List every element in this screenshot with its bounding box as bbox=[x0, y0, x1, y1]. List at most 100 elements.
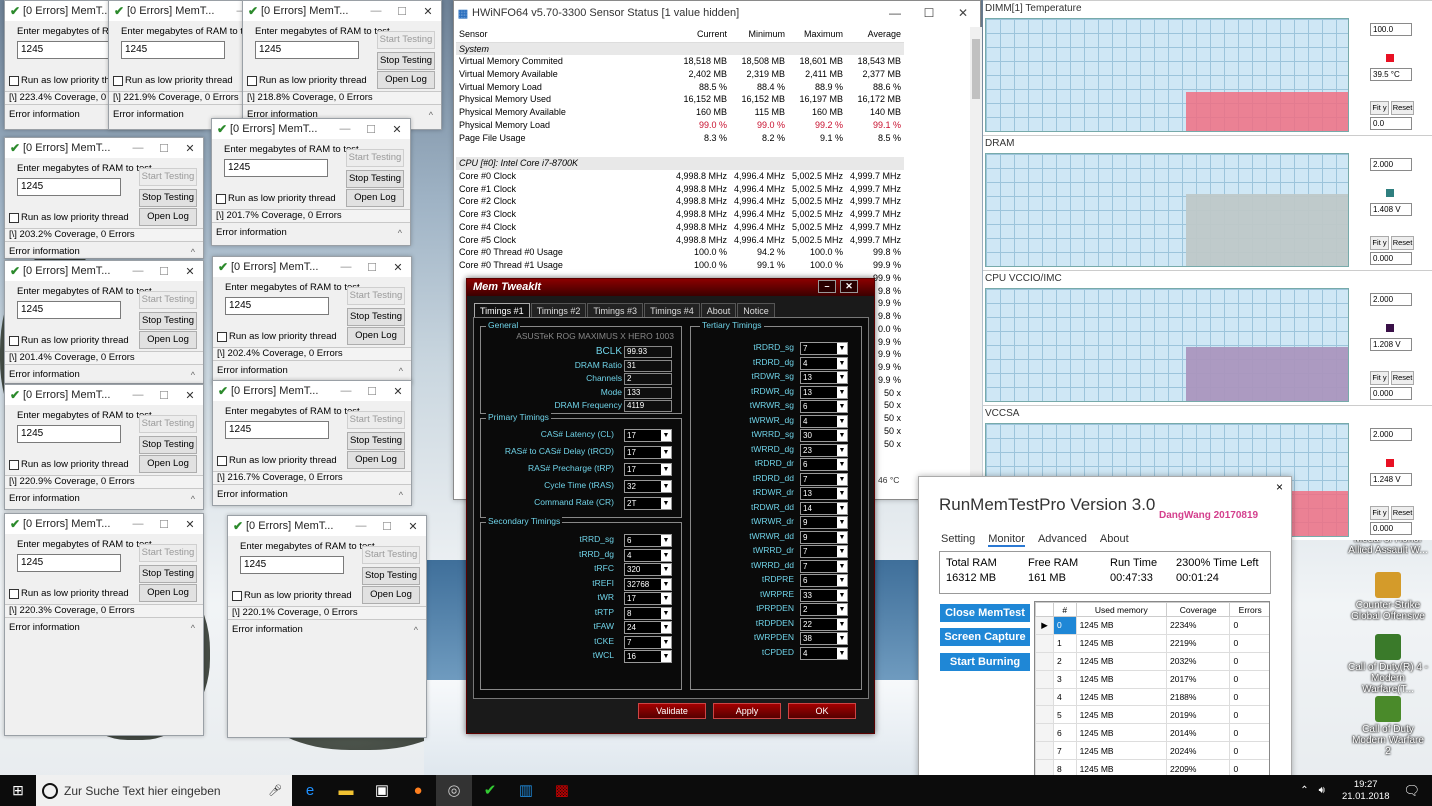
maximize-icon[interactable]: ☐ bbox=[374, 520, 400, 533]
stop-testing-button[interactable]: Stop Testing bbox=[377, 52, 435, 70]
chevron-down-icon[interactable]: ▼ bbox=[837, 372, 847, 383]
sensor-row[interactable]: Core #2 Clock 4,998.8 MHz 4,996.4 MHz 5,002… bbox=[456, 195, 904, 208]
error-information-panel[interactable]: Error information ^ bbox=[5, 490, 203, 509]
secondary-timing-select[interactable]: 8 ▼ bbox=[624, 606, 672, 620]
table-row[interactable]: 4 1245 MB 2188% 0 bbox=[1035, 687, 1269, 707]
start-testing-button[interactable]: Start Testing bbox=[139, 168, 197, 186]
collapse-icon[interactable]: ^ bbox=[398, 228, 402, 238]
notifications-icon[interactable]: 🗨︎ bbox=[1403, 783, 1420, 799]
ram-megabytes-input[interactable]: 1245 bbox=[17, 554, 121, 572]
collapse-icon[interactable]: ^ bbox=[191, 247, 195, 257]
col-used-memory[interactable]: Used memory bbox=[1075, 602, 1167, 617]
collapse-icon[interactable]: ^ bbox=[414, 625, 418, 635]
menu-about[interactable]: About bbox=[1100, 533, 1129, 547]
close-icon[interactable]: ✕ bbox=[946, 6, 980, 20]
tertiary-timing-select[interactable]: 6 ▼ bbox=[800, 400, 848, 413]
graph-max-field[interactable]: 2.000 bbox=[1370, 158, 1412, 171]
chevron-down-icon[interactable]: ▼ bbox=[837, 647, 847, 659]
primary-timing-select[interactable]: 2T ▼ bbox=[624, 497, 672, 510]
memtweakit-window[interactable]: Mem TweakIt – ✕ Timings #1 Timings #2 Timi… bbox=[466, 278, 875, 734]
start-testing-button[interactable]: Start Testing bbox=[347, 287, 405, 305]
tertiary-timing-select[interactable]: 30 ▼ bbox=[800, 429, 848, 442]
sensor-group-row[interactable]: CPU [#0]: Intel Core i7-8700K bbox=[456, 156, 904, 170]
table-row[interactable]: ▶ 0 1245 MB 2234% 0 bbox=[1035, 616, 1269, 635]
table-row[interactable]: 2 1245 MB 2032% 0 bbox=[1035, 651, 1269, 671]
low-priority-checkbox[interactable] bbox=[216, 194, 226, 204]
sensor-group-row[interactable]: System bbox=[456, 42, 904, 55]
error-information-panel[interactable]: Error information ^ bbox=[5, 243, 203, 258]
stop-testing-button[interactable]: Stop Testing bbox=[346, 170, 404, 188]
sensor-graph-panel[interactable]: DIMM[1] Temperature 100.0 39.5 °C Fit y Rese… bbox=[983, 0, 1432, 135]
stop-testing-button[interactable]: Stop Testing bbox=[362, 567, 420, 585]
col-minimum[interactable]: Minimum bbox=[730, 27, 788, 43]
chevron-down-icon[interactable]: ▼ bbox=[837, 343, 847, 354]
tertiary-timing-select[interactable]: 13 ▼ bbox=[800, 385, 848, 399]
table-row[interactable]: 1 1245 MB 2219% 0 bbox=[1035, 633, 1269, 653]
chevron-down-icon[interactable]: ▼ bbox=[837, 386, 847, 398]
minimize-icon[interactable]: — bbox=[878, 6, 912, 20]
open-log-button[interactable]: Open Log bbox=[139, 584, 197, 602]
low-priority-checkbox[interactable] bbox=[9, 213, 19, 223]
tertiary-timing-select[interactable]: 2 ▼ bbox=[800, 603, 848, 616]
tertiary-timing-select[interactable]: 23 ▼ bbox=[800, 443, 848, 457]
memtest-window[interactable]: ✔[0 Errors] MemT... —☐✕ Enter megabytes of… bbox=[4, 137, 204, 259]
secondary-timing-select[interactable]: 320 ▼ bbox=[624, 563, 672, 576]
start-testing-button[interactable]: Start Testing bbox=[139, 291, 197, 309]
memtest-titlebar[interactable]: ✔[0 Errors] MemT... —☐✕ bbox=[5, 261, 203, 281]
screen-capture-button[interactable]: Screen Capture bbox=[940, 628, 1030, 646]
close-icon[interactable]: ✕ bbox=[385, 261, 411, 274]
memtest-window[interactable]: ✔[0 Errors] MemT... —☐✕ Enter megabytes of… bbox=[211, 118, 411, 246]
scroll-thumb[interactable] bbox=[972, 39, 980, 99]
store-icon[interactable]: ▣ bbox=[364, 775, 400, 806]
primary-timing-select[interactable]: 17 ▼ bbox=[624, 446, 672, 459]
memtest-titlebar[interactable]: ✔[0 Errors] MemT... —☐✕ bbox=[243, 1, 441, 21]
memtest-window[interactable]: ✔[0 Errors] MemT... —☐✕ Enter megabytes of… bbox=[4, 384, 204, 510]
close-icon[interactable]: ✕ bbox=[385, 385, 411, 398]
close-icon[interactable]: ✕ bbox=[177, 265, 203, 278]
minimize-icon[interactable]: — bbox=[125, 518, 151, 530]
ram-megabytes-input[interactable]: 1245 bbox=[17, 301, 121, 319]
tertiary-timing-select[interactable]: 22 ▼ bbox=[800, 617, 848, 631]
chevron-down-icon[interactable]: ▼ bbox=[661, 564, 671, 575]
chevron-down-icon[interactable]: ▼ bbox=[661, 549, 671, 561]
memtest-titlebar[interactable]: ✔[0 Errors] MemT... —☐✕ bbox=[213, 381, 411, 401]
low-priority-checkbox[interactable] bbox=[9, 589, 19, 599]
open-log-button[interactable]: Open Log bbox=[139, 331, 197, 349]
sensor-row[interactable]: Core #0 Clock 4,998.8 MHz 4,996.4 MHz 5,002… bbox=[456, 170, 904, 183]
table-row[interactable]: 5 1245 MB 2019% 0 bbox=[1035, 705, 1269, 725]
menu-monitor[interactable]: Monitor bbox=[988, 533, 1025, 547]
open-log-button[interactable]: Open Log bbox=[346, 189, 404, 207]
chevron-down-icon[interactable]: ▼ bbox=[661, 464, 671, 475]
tertiary-timing-select[interactable]: 38 ▼ bbox=[800, 632, 848, 645]
secondary-timing-select[interactable]: 7 ▼ bbox=[624, 635, 672, 649]
chevron-down-icon[interactable]: ▼ bbox=[837, 517, 847, 528]
col-coverage[interactable]: Coverage bbox=[1165, 602, 1231, 617]
memtweakit-taskbar-icon[interactable]: ▩ bbox=[544, 775, 580, 806]
chevron-down-icon[interactable]: ▼ bbox=[837, 473, 847, 485]
memtest-titlebar[interactable]: ✔[0 Errors] MemT... —☐✕ bbox=[213, 257, 411, 277]
ram-megabytes-input[interactable]: 1245 bbox=[240, 556, 344, 574]
desktop-icon-cod4[interactable]: Call of Duty(R) 4 - Modern Warfare(T... bbox=[1348, 634, 1428, 695]
col-maximum[interactable]: Maximum bbox=[788, 27, 846, 43]
maximize-icon[interactable]: ☐ bbox=[151, 142, 177, 155]
chevron-down-icon[interactable]: ▼ bbox=[837, 633, 847, 644]
chevron-down-icon[interactable]: ▼ bbox=[661, 622, 671, 633]
stop-testing-button[interactable]: Stop Testing bbox=[139, 312, 197, 330]
graph-max-field[interactable]: 100.0 bbox=[1370, 23, 1412, 36]
maximize-icon[interactable]: ☐ bbox=[359, 385, 385, 398]
memtest-window[interactable]: ✔[0 Errors] MemT... —☐✕ Enter megabytes of… bbox=[212, 380, 412, 506]
edge-icon[interactable]: e bbox=[292, 775, 328, 806]
tab-notice[interactable]: Notice bbox=[737, 303, 775, 318]
ram-megabytes-input[interactable]: 1245 bbox=[17, 178, 121, 196]
graph-min-field[interactable]: 0.000 bbox=[1370, 387, 1412, 400]
graph-min-field[interactable]: 0.000 bbox=[1370, 252, 1412, 265]
memtest-titlebar[interactable]: ✔[0 Errors] MemT... —☐✕ bbox=[5, 138, 203, 158]
windows-start-icon[interactable]: ⊞ bbox=[0, 775, 36, 806]
primary-timing-select[interactable]: 17 ▼ bbox=[624, 429, 672, 442]
menu-setting[interactable]: Setting bbox=[941, 533, 975, 547]
minimize-icon[interactable]: — bbox=[333, 261, 359, 273]
primary-timing-select[interactable]: 32 ▼ bbox=[624, 480, 672, 493]
maximize-icon[interactable]: ☐ bbox=[359, 261, 385, 274]
reset-button[interactable]: Reset bbox=[1391, 371, 1414, 385]
memtest-taskbar-icon[interactable]: ✔ bbox=[472, 775, 508, 806]
